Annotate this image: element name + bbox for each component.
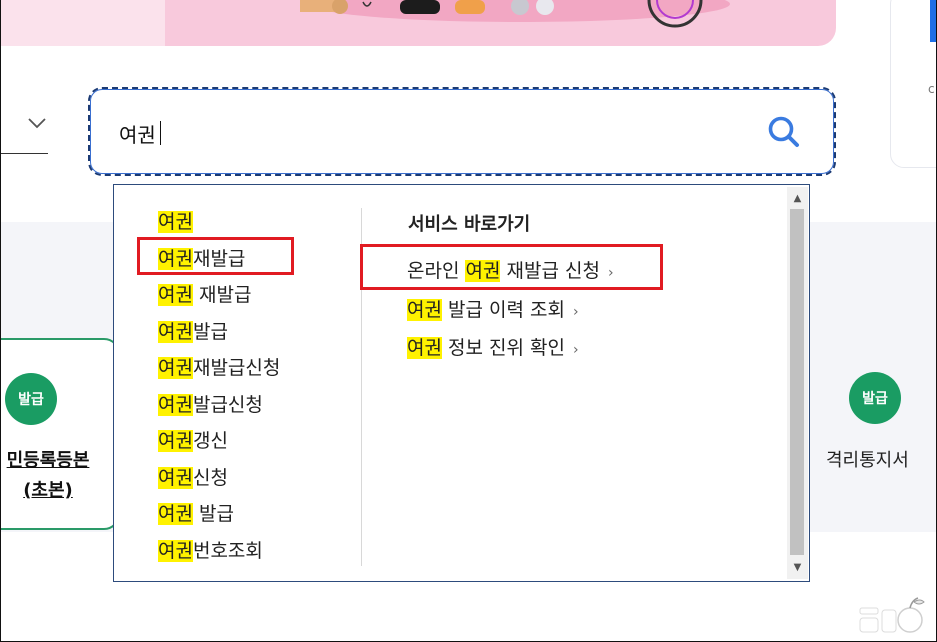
side-card-accent [930, 0, 937, 42]
service-card-label[interactable]: 격리통지서 [826, 446, 936, 472]
shortcut-text: 정보 진위 확인 [441, 337, 565, 359]
shortcut-item-issue-history[interactable]: 여권 발급 이력 조회 › [407, 291, 614, 330]
suggestion-text: 발급 [192, 320, 228, 343]
promo-banner[interactable] [0, 0, 836, 46]
search-icon[interactable] [766, 114, 802, 150]
suggestion-item[interactable]: 여권 [158, 204, 280, 241]
shortcut-highlight: 여권 [407, 298, 442, 321]
chevron-right-icon: › [572, 342, 579, 358]
annotation-box-shortcut [360, 244, 663, 290]
dropdown-scrollbar[interactable]: ▲ ▼ [787, 187, 808, 579]
shortcut-text: 발급 이력 조회 [441, 298, 565, 321]
suggestion-text: 갱신 [192, 430, 228, 452]
suggestion-text: 번호조회 [192, 539, 263, 562]
suggestion-highlight: 여권 [158, 320, 193, 343]
suggestion-text: 재발급 [192, 284, 252, 306]
banner-illustration [300, 0, 730, 28]
suggestion-highlight: 여권 [158, 357, 193, 379]
service-card-label-line1: 민등록등본 [6, 450, 90, 471]
chevron-right-icon: › [572, 303, 579, 320]
shortcut-highlight: 여권 [407, 337, 442, 359]
shortcut-section-title: 서비스 바로가기 [408, 214, 531, 235]
side-card-text: c [928, 82, 935, 96]
suggestion-item[interactable]: 여권번호조회 [158, 533, 280, 570]
scroll-down-arrow-icon[interactable]: ▼ [787, 559, 808, 576]
suggestion-item[interactable]: 여권 발급 [158, 496, 280, 533]
service-card-quarantine-notice[interactable] [812, 338, 937, 530]
suggestion-item[interactable]: 여권발급신청 [158, 387, 280, 424]
suggestion-highlight: 여권 [158, 430, 193, 452]
scrollbar-thumb[interactable] [790, 209, 804, 555]
suggestion-highlight: 여권 [158, 503, 193, 525]
suggestion-highlight: 여권 [158, 211, 193, 233]
suggestion-highlight: 여권 [158, 393, 193, 416]
suggestion-item[interactable]: 여권재발급신청 [158, 350, 280, 387]
issue-badge: 발급 [849, 372, 901, 424]
issue-badge: 발급 [5, 373, 57, 425]
watermark-logo [859, 597, 925, 633]
suggestion-text: 발급 [192, 503, 234, 525]
suggestion-item[interactable]: 여권 재발급 [158, 277, 280, 314]
suggestion-highlight: 여권 [158, 466, 193, 489]
suggestion-item[interactable]: 여권발급 [158, 314, 280, 351]
service-card-label[interactable]: 민등록등본 (초본) [0, 446, 96, 506]
chevron-down-icon[interactable] [28, 118, 46, 130]
suggestion-text: 재발급신청 [192, 357, 281, 379]
suggestion-item[interactable]: 여권갱신 [158, 423, 280, 460]
suggestion-highlight: 여권 [158, 539, 193, 562]
suggestion-text: 신청 [192, 466, 228, 489]
suggestion-text: 발급신청 [192, 393, 263, 416]
suggestion-highlight: 여권 [158, 284, 193, 306]
scroll-up-arrow-icon[interactable]: ▲ [787, 190, 808, 207]
annotation-box-suggestion [137, 237, 294, 275]
shortcut-item-verify-info[interactable]: 여권 정보 진위 확인 › [407, 329, 614, 368]
service-card-label-line2: (초본) [23, 480, 73, 501]
suggestion-item[interactable]: 여권신청 [158, 460, 280, 497]
search-input[interactable] [119, 118, 719, 148]
text-caret [160, 121, 161, 145]
